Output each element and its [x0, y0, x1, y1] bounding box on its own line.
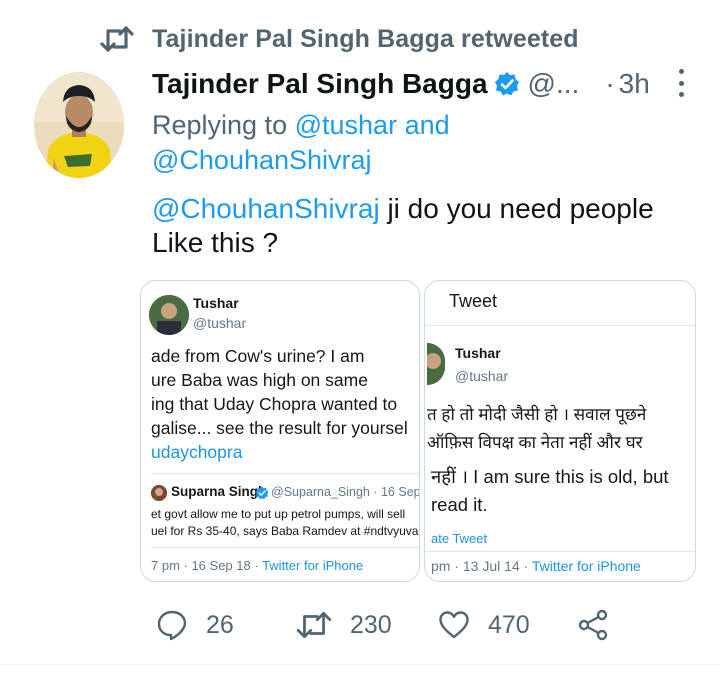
- card2-handle: @tushar: [455, 368, 509, 384]
- verified-badge-icon: [494, 72, 519, 96]
- card2-avatar: [427, 343, 445, 385]
- author-avatar[interactable]: [34, 72, 124, 178]
- tweet-time[interactable]: 3h: [619, 68, 650, 100]
- card2-line-1: त हो तो मोदी जैसी हो । सवाल पूछने: [427, 405, 647, 424]
- header-separator: ·: [605, 68, 615, 99]
- card1-hashtag-line: udaychopra: [151, 441, 242, 465]
- card2-meta-source: Twitter for iPhone: [531, 558, 641, 574]
- reply-and-others-link[interactable]: and: [405, 110, 450, 140]
- retweet-banner-text: Tajinder Pal Singh Bagga retweeted: [152, 24, 579, 53]
- quote-name: Suparna Singh: [171, 484, 267, 499]
- reply-button[interactable]: 26: [156, 608, 234, 642]
- tweet-bottom-divider: [0, 664, 720, 665]
- tweet-text: @ChouhanShivraj ji do you need people Li…: [152, 192, 712, 260]
- quote-handle: @Suparna_Singh · 16 Sep 1: [271, 485, 420, 499]
- reply-count: 26: [206, 610, 234, 639]
- card1-handle: @tushar: [193, 315, 247, 331]
- tweet-actions: 26 230 470: [152, 600, 692, 650]
- card1-avatar: [149, 295, 189, 335]
- quote-avatar: [151, 485, 167, 501]
- card1-meta-border: [151, 547, 419, 548]
- card1-line-3: ing that Uday Chopra wanted to: [151, 394, 398, 414]
- more-options-icon[interactable]: [674, 66, 688, 100]
- more-dot: [678, 69, 684, 74]
- reply-icon: [157, 610, 187, 641]
- card1-quote-top-border: [151, 473, 419, 474]
- heart-icon: [439, 611, 469, 639]
- avatar-image: [34, 72, 124, 178]
- author-handle[interactable]: @...: [528, 68, 580, 100]
- share-button[interactable]: [578, 608, 610, 642]
- tweet-text-part1: ji do you need people: [379, 193, 654, 224]
- quote-line-1: et govt allow me to put up petrol pumps,…: [151, 507, 406, 521]
- reply-to-chouhan-link[interactable]: @ChouhanShivraj: [152, 145, 372, 175]
- like-button[interactable]: 470: [438, 608, 530, 642]
- card1-meta-source: Twitter for iPhone: [262, 558, 364, 573]
- card1-hashtag: udaychopra: [151, 442, 243, 462]
- replying-prefix: Replying to: [152, 110, 288, 140]
- card1-line-1: ade from Cow's urine? I am: [151, 346, 365, 366]
- mention-link[interactable]: @ChouhanShivraj: [152, 193, 380, 224]
- card1-meta-time: 7 pm · 16 Sep 18 ·: [151, 558, 259, 573]
- card2-meta: pm · 13 Jul 14 · Twitter for iPhone: [431, 558, 641, 574]
- like-count: 470: [488, 610, 530, 639]
- retweet-count: 230: [350, 610, 392, 639]
- tweet-text-part2: Like this ?: [152, 227, 279, 258]
- card1-line-2: ure Baba was high on same: [151, 370, 368, 390]
- retweet-banner[interactable]: Tajinder Pal Singh Bagga retweeted: [100, 22, 579, 56]
- card2-line-3: नहीं । I am sure this is old, but: [431, 466, 669, 487]
- share-icon: [578, 609, 608, 641]
- quote-line-2: uel for Rs 35-40, says Baba Ramdev at #n…: [151, 524, 419, 538]
- card2-title-border: [425, 325, 695, 326]
- card1-name: Tushar: [193, 295, 239, 311]
- card2-name: Tushar: [455, 345, 501, 361]
- card2-meta-time: pm · 13 Jul 14 ·: [431, 558, 529, 574]
- card2-line-4: read it.: [431, 494, 488, 515]
- card1-line-4: galise... see the result for yoursel: [151, 418, 408, 438]
- card1-meta: 7 pm · 16 Sep 18 · Twitter for iPhone: [151, 558, 363, 573]
- attached-image-2[interactable]: Tweet Tushar @tushar त हो तो मोदी जैसी ह…: [424, 280, 696, 582]
- card2-translate: ate Tweet: [431, 531, 487, 546]
- more-dot: [678, 80, 684, 86]
- reply-to-tushar-link[interactable]: @tushar: [295, 110, 397, 140]
- retweet-button[interactable]: 230: [296, 608, 392, 642]
- card2-translate-link: ate Tweet: [431, 531, 488, 546]
- quote-verified-icon: [255, 486, 269, 500]
- more-dot: [678, 92, 684, 97]
- replying-to: Replying to @tushar and @ChouhanShivraj: [152, 108, 692, 178]
- retweet-icon: [100, 26, 134, 52]
- attached-image-1[interactable]: Tushar @tushar ade from Cow's urine? I a…: [140, 280, 420, 582]
- card2-title: Tweet: [449, 291, 498, 311]
- card2-meta-border: [425, 551, 695, 552]
- author-name[interactable]: Tajinder Pal Singh Bagga: [152, 68, 488, 100]
- card2-line-2: ऑफ़िस विपक्ष का नेता नहीं और घर: [427, 433, 643, 452]
- tweet-header: Tajinder Pal Singh Bagga @... · 3h: [152, 64, 692, 104]
- retweet-action-icon: [296, 611, 332, 639]
